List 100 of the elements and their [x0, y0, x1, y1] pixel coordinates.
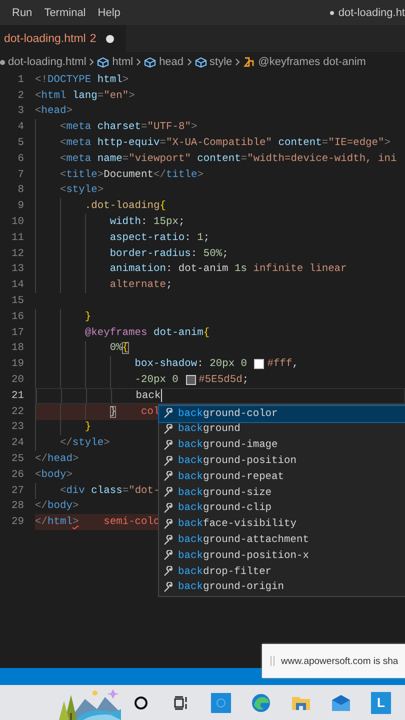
line-number: 26: [10, 468, 25, 481]
line-number: 1: [16, 74, 25, 86]
line-number: 18: [10, 342, 25, 354]
line-number: 9: [16, 200, 25, 212]
color-swatch-icon[interactable]: [254, 359, 264, 370]
code-text: </head>: [35, 453, 79, 466]
line-number: 8: [16, 184, 25, 196]
wrench-icon: [163, 456, 174, 467]
error-hint: col: [141, 406, 160, 418]
grip-icon: [270, 656, 275, 666]
line-number: 7: [16, 168, 25, 181]
editor-tab[interactable]: dot-loading.html 2: [0, 25, 126, 52]
line-number: 5: [16, 137, 25, 150]
wrench-icon: [163, 502, 174, 514]
suggestion-item[interactable]: background-repeat: [159, 468, 405, 485]
code-text: }: [84, 310, 92, 323]
code-text: <style>: [60, 184, 104, 196]
window-title: dot-loading.ht: [338, 6, 405, 18]
suggestion-item[interactable]: background-position-x: [159, 548, 405, 564]
suggestion-item[interactable]: background-position: [159, 453, 405, 469]
suggestion-item[interactable]: background-color: [159, 406, 405, 422]
code-text: <html lang="en">: [35, 90, 135, 102]
wrench-icon: [163, 566, 174, 578]
line-number: 10: [10, 216, 25, 228]
code-text: #fff,: [267, 358, 298, 370]
code-text: <meta http-equiv="X-UA-Compatible" content="IE=edge">: [60, 137, 391, 150]
line-number: 22: [10, 406, 25, 418]
code-text: </style>: [60, 437, 110, 450]
line-number: 27: [10, 484, 25, 497]
menu-item[interactable]: Help: [94, 6, 128, 18]
breadcrumb-item[interactable]: head: [159, 56, 184, 68]
line-number: 16: [10, 310, 25, 323]
wrench-icon: [163, 550, 174, 562]
line-number: 24: [10, 437, 25, 450]
chevron-icon: [136, 58, 142, 66]
code-text: <head>: [35, 105, 72, 118]
app-button[interactable]: L: [371, 692, 391, 714]
code-text: }: [84, 421, 92, 434]
line-number: 11: [10, 232, 25, 244]
line-number: 4: [16, 121, 25, 134]
cube-icon: [194, 56, 207, 68]
wrench-icon: [163, 440, 174, 451]
suggestion-item[interactable]: background-size: [159, 484, 405, 501]
code-text: box-shadow: 20px 0: [134, 358, 248, 370]
code-text: .dot-loading{: [84, 200, 166, 212]
code-text: <title>Document</title>: [60, 168, 204, 181]
line-number: 19: [10, 358, 25, 370]
breadcrumb-item[interactable]: style: [210, 56, 232, 68]
line-number: 3: [16, 105, 25, 118]
code-text: <!DOCTYPE html>: [35, 74, 129, 86]
code-text: aspect-ratio: 1;: [110, 232, 210, 244]
suggestion-item[interactable]: background-image: [159, 437, 405, 454]
code-text: <meta charset="UTF-8">: [60, 121, 198, 134]
line-number: 20: [10, 374, 25, 386]
line-number: 6: [16, 152, 25, 165]
code-text: #5E5d5d;: [198, 374, 249, 386]
line-number: 29: [10, 516, 25, 528]
wrench-icon: [163, 534, 174, 546]
code-text: </html>: [35, 516, 79, 528]
code-text: alternate;: [110, 279, 172, 292]
notification-text: www.apowersoft.com is sha: [281, 656, 398, 666]
wrench-icon: [163, 408, 174, 420]
line-number: 15: [10, 295, 25, 308]
chevron-icon: [235, 58, 240, 66]
wrench-icon: [163, 582, 174, 593]
code-text: <div class="dot-: [60, 484, 160, 497]
cube-icon: [144, 56, 156, 68]
line-number: 25: [10, 453, 25, 466]
menu-item[interactable]: Run: [0, 6, 40, 18]
breadcrumb-item[interactable]: @keyframes dot-anim: [258, 56, 366, 68]
line-number: 23: [10, 421, 25, 434]
line-number: 12: [10, 248, 25, 260]
code-text: </body>: [35, 500, 79, 512]
wrench-icon: [163, 471, 174, 482]
line-number: 17: [10, 326, 25, 339]
code-text: width: 15px;: [110, 216, 185, 228]
code-text: <body>: [35, 468, 72, 481]
suggestion-item[interactable]: backdrop-filter: [159, 564, 405, 580]
code-text: animation: dot-anim 1s infinite linear: [110, 263, 347, 276]
suggestion-item[interactable]: background-attachment: [159, 532, 405, 548]
code-text: 0%{: [110, 342, 129, 354]
line-number: 21: [10, 390, 25, 402]
line-number: 28: [10, 500, 25, 512]
cube-icon: [97, 56, 110, 68]
breadcrumb-item[interactable]: html: [112, 56, 134, 68]
text-cursor: [160, 389, 162, 402]
suggestion-item[interactable]: background-origin: [159, 580, 405, 596]
wrench-icon: [163, 487, 174, 498]
code-text: -20px 0: [134, 374, 180, 386]
color-swatch-icon[interactable]: [186, 375, 196, 386]
menu-item[interactable]: Terminal: [40, 6, 94, 18]
suggestion-item[interactable]: backface-visibility: [159, 516, 405, 532]
chevron-icon: [89, 58, 94, 66]
breadcrumb-item[interactable]: dot-loading.html: [8, 56, 86, 68]
code-text: border-radius: 50%;: [110, 248, 228, 260]
suggestion-item[interactable]: background: [159, 422, 405, 438]
code-text: back: [136, 390, 161, 402]
suggestion-item[interactable]: background-clip: [159, 500, 405, 516]
code-text: @keyframes dot-anim{: [84, 326, 210, 339]
code-text: <meta name="viewport" content="width=device-width, ini: [60, 152, 397, 165]
